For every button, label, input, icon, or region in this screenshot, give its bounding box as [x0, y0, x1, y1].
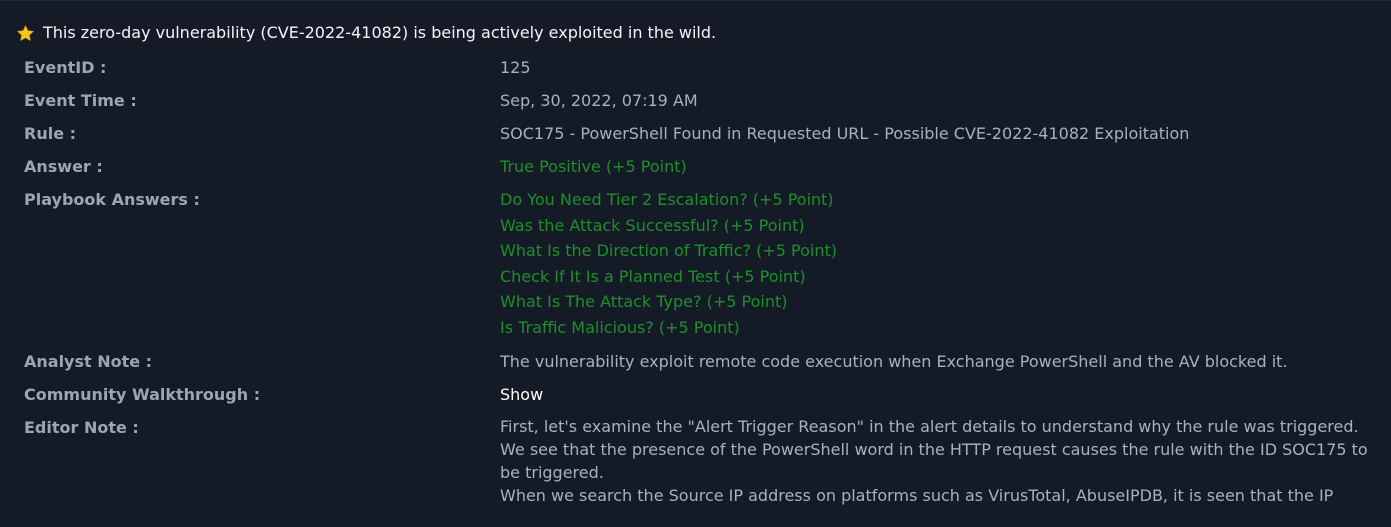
- rule-row: Rule : SOC175 - PowerShell Found in Requ…: [24, 121, 1374, 154]
- event-time-value: Sep, 30, 2022, 07:19 AM: [500, 91, 698, 110]
- rule-label: Rule :: [24, 124, 77, 143]
- walkthrough-label: Community Walkthrough :: [24, 385, 261, 404]
- event-id-value: 125: [500, 58, 531, 77]
- playbook-answer-item: Do You Need Tier 2 Escalation? (+5 Point…: [500, 190, 834, 209]
- playbook-answer-item: What Is The Attack Type? (+5 Point): [500, 292, 788, 312]
- event-fields: EventID : 125 Event Time : Sep, 30, 2022…: [24, 55, 1374, 507]
- playbook-answers-list: Do You Need Tier 2 Escalation? (+5 Point…: [500, 187, 837, 341]
- answer-row: Answer : True Positive (+5 Point): [24, 154, 1374, 187]
- event-time-label: Event Time :: [24, 91, 137, 110]
- playbook-answer-item: Was the Attack Successful? (+5 Point): [500, 215, 805, 235]
- analyst-note-row: Analyst Note : The vulnerability exploit…: [24, 349, 1374, 382]
- editor-note-label: Editor Note :: [24, 418, 139, 437]
- editor-note-paragraph: When we search the Source IP address on …: [500, 486, 1334, 505]
- rule-value: SOC175 - PowerShell Found in Requested U…: [500, 124, 1190, 143]
- editor-note-row: Editor Note : First, let's examine the "…: [24, 415, 1374, 507]
- answer-value: True Positive (+5 Point): [500, 157, 687, 176]
- star-icon: [17, 24, 34, 41]
- notice-text: This zero-day vulnerability (CVE-2022-41…: [43, 23, 717, 42]
- walkthrough-row: Community Walkthrough : Show: [24, 382, 1374, 415]
- zero-day-notice: This zero-day vulnerability (CVE-2022-41…: [16, 21, 716, 45]
- event-id-row: EventID : 125: [24, 55, 1374, 88]
- answer-label: Answer :: [24, 157, 103, 176]
- playbook-answer-item: Check If It Is a Planned Test (+5 Point): [500, 266, 806, 286]
- analyst-note-label: Analyst Note :: [24, 352, 153, 371]
- event-detail-panel: This zero-day vulnerability (CVE-2022-41…: [0, 0, 1391, 527]
- playbook-answer-item: Is Traffic Malicious? (+5 Point): [500, 317, 740, 337]
- event-id-label: EventID :: [24, 58, 107, 77]
- playbook-label: Playbook Answers :: [24, 190, 200, 209]
- analyst-note-value: The vulnerability exploit remote code ex…: [500, 352, 1288, 371]
- playbook-row: Playbook Answers : Do You Need Tier 2 Es…: [24, 187, 1374, 349]
- editor-note-text: First, let's examine the "Alert Trigger …: [500, 415, 1370, 507]
- walkthrough-show-link[interactable]: Show: [500, 382, 543, 407]
- event-time-row: Event Time : Sep, 30, 2022, 07:19 AM: [24, 88, 1374, 121]
- playbook-answer-item: What Is the Direction of Traffic? (+5 Po…: [500, 241, 838, 261]
- editor-note-paragraph: First, let's examine the "Alert Trigger …: [500, 417, 1368, 482]
